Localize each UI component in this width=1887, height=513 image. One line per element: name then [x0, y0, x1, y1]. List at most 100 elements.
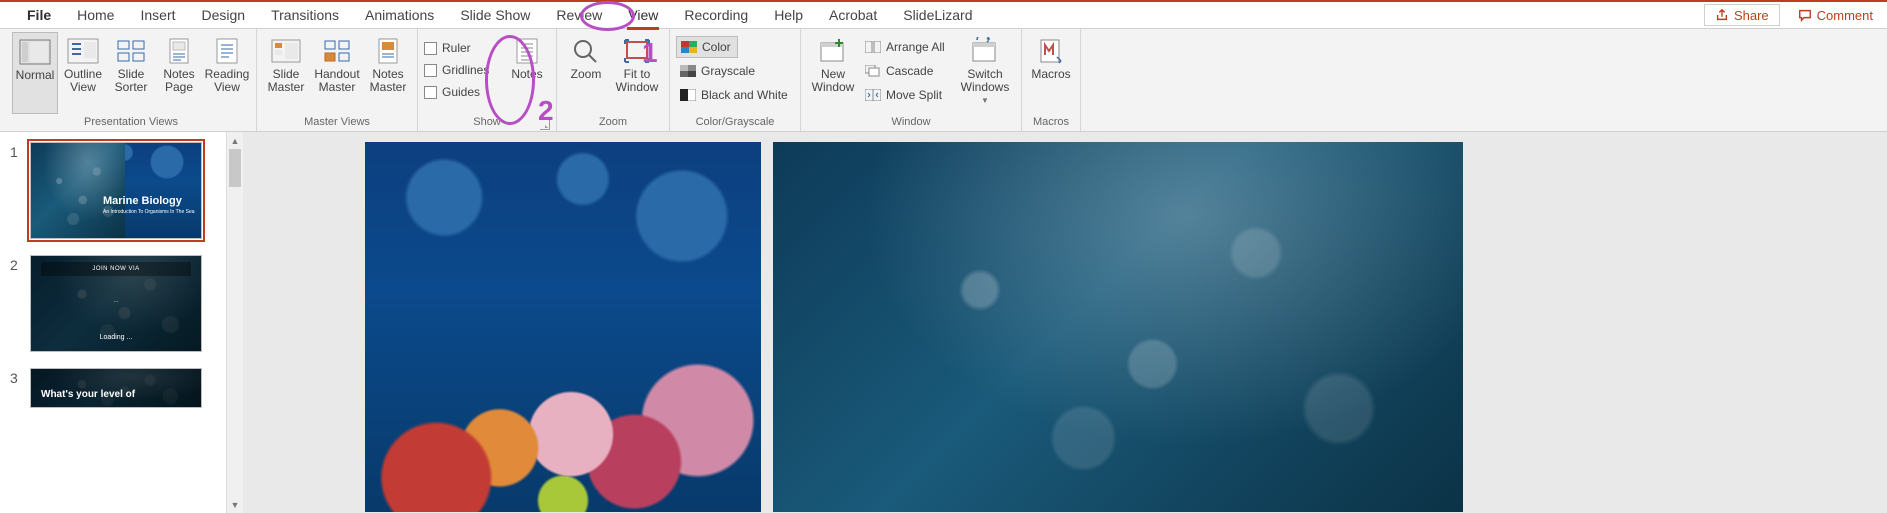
cascade-icon	[865, 64, 881, 78]
group-master-views: Slide Master Handout Master Notes Master…	[257, 29, 418, 131]
notes-master-label: Notes Master	[370, 68, 407, 94]
handout-master-button[interactable]: Handout Master	[311, 32, 363, 114]
group-zoom: Zoom Fit to Window Zoom	[557, 29, 670, 131]
fit-to-window-button[interactable]: Fit to Window	[611, 32, 663, 114]
handout-master-icon	[321, 37, 353, 65]
slide-thumbnail-3[interactable]: What's your level of	[30, 368, 202, 408]
slide-master-button[interactable]: Slide Master	[263, 32, 309, 114]
reading-view-button[interactable]: Reading View	[204, 32, 250, 114]
notes-master-button[interactable]: Notes Master	[365, 32, 411, 114]
new-window-button[interactable]: New Window	[807, 32, 859, 114]
ruler-label: Ruler	[442, 41, 471, 55]
tab-view[interactable]: View	[615, 2, 671, 29]
scroll-down-icon[interactable]: ▼	[227, 496, 243, 513]
color-icon	[681, 40, 697, 54]
scroll-up-icon[interactable]: ▲	[227, 132, 243, 149]
thumbnail-number: 3	[10, 368, 22, 386]
macros-button[interactable]: Macros	[1028, 32, 1074, 114]
grayscale-icon	[680, 64, 696, 78]
slide-thumbnail-2[interactable]: JOIN NOW VIA ··· Loading ...	[30, 255, 202, 352]
tab-help[interactable]: Help	[761, 2, 816, 29]
black-and-white-button[interactable]: Black and White	[676, 84, 794, 106]
group-color-grayscale: Color Grayscale Black and White Color/Gr…	[670, 29, 801, 131]
share-label: Share	[1734, 8, 1769, 23]
notes-page-label: Notes Page	[163, 68, 194, 94]
thumbnail-number: 2	[10, 255, 22, 273]
arrange-all-button[interactable]: Arrange All	[861, 36, 953, 58]
thumbnail-scrollbar[interactable]: ▲ ▼	[226, 132, 243, 513]
comment-label: Comment	[1817, 8, 1873, 23]
thumbnail-subtitle: An Introduction To Organisms In The Sea	[103, 209, 195, 215]
outline-view-label: Outline View	[64, 68, 102, 94]
group-macros: Macros Macros	[1022, 29, 1081, 131]
grayscale-label: Grayscale	[701, 64, 755, 78]
checkbox-icon	[424, 42, 437, 55]
group-label-macros: Macros	[1028, 115, 1074, 131]
notes-button[interactable]: Notes	[504, 32, 550, 114]
slide-image-left[interactable]	[365, 142, 761, 512]
color-button[interactable]: Color	[676, 36, 738, 58]
arrange-all-icon	[865, 40, 881, 54]
group-label-window: Window	[807, 115, 1015, 131]
slide-image-right[interactable]	[773, 142, 1463, 512]
tab-design[interactable]: Design	[189, 2, 259, 29]
bw-label: Black and White	[701, 88, 788, 102]
notes-master-icon	[372, 37, 404, 65]
grayscale-button[interactable]: Grayscale	[676, 60, 794, 82]
comment-icon	[1798, 8, 1812, 22]
gridlines-checkbox[interactable]: Gridlines	[424, 60, 502, 80]
cascade-button[interactable]: Cascade	[861, 60, 953, 82]
new-window-icon	[817, 37, 849, 65]
group-label-show: Show	[424, 115, 550, 131]
tab-recording[interactable]: Recording	[671, 2, 761, 29]
thumbnail-title-block: Marine Biology An Introduction To Organi…	[103, 195, 195, 215]
move-split-icon	[865, 88, 881, 102]
share-icon	[1715, 8, 1729, 22]
share-button[interactable]: Share	[1704, 4, 1780, 26]
tab-file[interactable]: File	[14, 2, 64, 29]
thumbnail-3-text: What's your level of	[41, 389, 191, 401]
cascade-label: Cascade	[886, 64, 933, 78]
color-label: Color	[702, 40, 731, 54]
tab-animations[interactable]: Animations	[352, 2, 447, 29]
switch-windows-label: Switch Windows	[961, 68, 1010, 94]
guides-checkbox[interactable]: Guides	[424, 82, 502, 102]
tab-slidelizard[interactable]: SlideLizard	[890, 2, 985, 29]
slide-master-label: Slide Master	[268, 68, 305, 94]
tab-transitions[interactable]: Transitions	[258, 2, 352, 29]
tab-insert[interactable]: Insert	[127, 2, 188, 29]
move-split-button[interactable]: Move Split	[861, 84, 953, 106]
group-label-presentation-views: Presentation Views	[12, 115, 250, 131]
ruler-checkbox[interactable]: Ruler	[424, 38, 502, 58]
zoom-button[interactable]: Zoom	[563, 32, 609, 114]
checkbox-icon	[424, 86, 437, 99]
new-window-label: New Window	[812, 68, 855, 94]
outline-view-button[interactable]: Outline View	[60, 32, 106, 114]
comment-button[interactable]: Comment	[1788, 4, 1883, 26]
bw-icon	[680, 88, 696, 102]
tab-review[interactable]: Review	[543, 2, 615, 29]
tab-slide-show[interactable]: Slide Show	[447, 2, 543, 29]
reading-view-label: Reading View	[205, 68, 250, 94]
scrollbar-thumb[interactable]	[229, 149, 241, 187]
notes-icon	[511, 37, 543, 65]
group-presentation-views: Normal Outline View Slide Sorter Notes P…	[6, 29, 257, 131]
zoom-label: Zoom	[571, 68, 602, 81]
switch-windows-button[interactable]: Switch Windows ▼	[955, 32, 1015, 114]
slide-sorter-button[interactable]: Slide Sorter	[108, 32, 154, 114]
normal-view-button[interactable]: Normal	[12, 32, 58, 114]
guides-label: Guides	[442, 85, 480, 99]
tab-home[interactable]: Home	[64, 2, 127, 29]
slide-thumbnail-1[interactable]: Marine Biology An Introduction To Organi…	[30, 142, 202, 239]
macros-icon	[1035, 37, 1067, 65]
normal-view-label: Normal	[16, 69, 55, 82]
ribbon: Normal Outline View Slide Sorter Notes P…	[0, 29, 1887, 132]
slide-sorter-icon	[115, 37, 147, 65]
notes-page-button[interactable]: Notes Page	[156, 32, 202, 114]
move-split-label: Move Split	[886, 88, 942, 102]
thumbnail-title: Marine Biology	[103, 195, 195, 207]
tab-acrobat[interactable]: Acrobat	[816, 2, 890, 29]
thumbnail-number: 1	[10, 142, 22, 160]
thumbnail-row: 2 JOIN NOW VIA ··· Loading ...	[10, 255, 214, 352]
show-dialog-launcher[interactable]	[540, 120, 550, 130]
